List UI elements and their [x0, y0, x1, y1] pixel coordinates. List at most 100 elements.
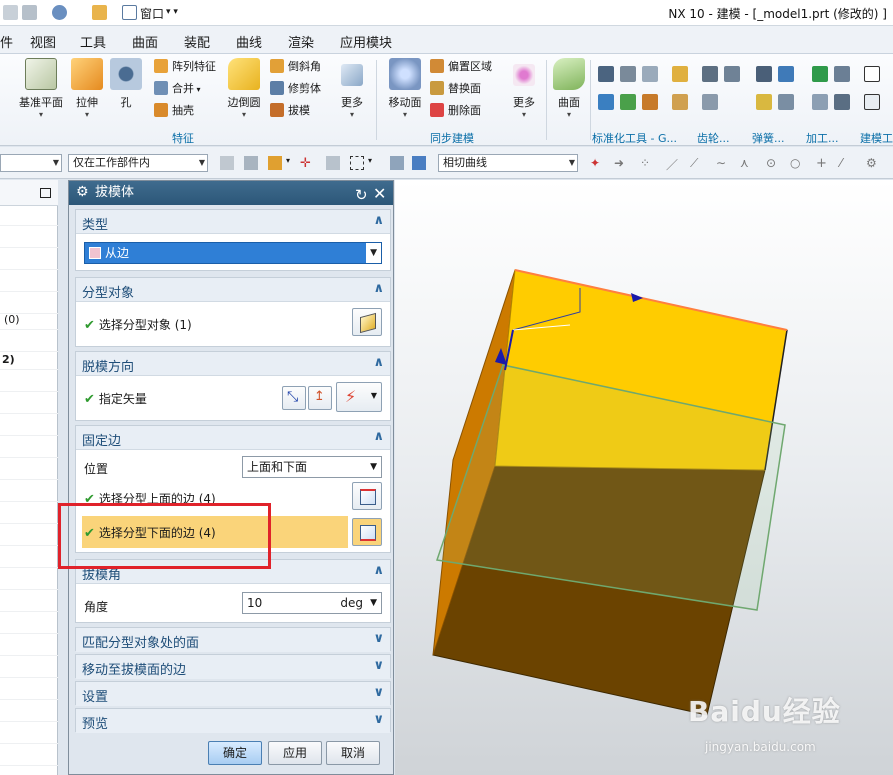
- chevron-up-icon[interactable]: ∧: [373, 213, 384, 228]
- curve-rule-combo[interactable]: 相切曲线 ▼: [438, 154, 578, 172]
- model-view[interactable]: [395, 180, 893, 775]
- navigator-row[interactable]: [0, 438, 58, 458]
- specify-vector-row[interactable]: ✔ 指定矢量: [84, 390, 147, 407]
- machining-tool-icon[interactable]: [812, 94, 828, 110]
- std-tool-icon[interactable]: [672, 66, 688, 82]
- type-select[interactable]: 从边 ▼: [84, 242, 382, 264]
- navigator-row[interactable]: [0, 504, 58, 524]
- select-parting-object-row[interactable]: ✔ 选择分型对象 (1): [84, 316, 192, 333]
- dropdown-arrow-icon[interactable]: ▾: [18, 110, 64, 119]
- gear-icon[interactable]: ⚙: [76, 185, 90, 199]
- menu-assembly[interactable]: 装配: [184, 32, 210, 51]
- slash-icon[interactable]: ⁄: [840, 156, 854, 170]
- select-parting-object-button[interactable]: [352, 308, 382, 336]
- selection-scope-combo[interactable]: 仅在工作部件内 ▼: [68, 154, 208, 172]
- navigator-row[interactable]: [0, 636, 58, 656]
- solid-body-icon[interactable]: [390, 156, 404, 170]
- rectangle-select-icon[interactable]: [350, 156, 364, 170]
- circle-center-icon[interactable]: ⊙: [766, 156, 780, 170]
- menu-file[interactable]: 件: [0, 32, 13, 51]
- type-filter-combo[interactable]: ▼: [0, 154, 62, 172]
- navigator-row[interactable]: [0, 460, 58, 480]
- location-select[interactable]: 上面和下面 ▼: [242, 456, 382, 478]
- machining-tool-icon[interactable]: [834, 66, 850, 82]
- dropdown-arrow-icon[interactable]: ▼: [370, 593, 377, 613]
- navigator-row[interactable]: 2): [0, 350, 58, 370]
- chevron-up-icon[interactable]: ∧: [373, 563, 384, 578]
- graphics-viewport[interactable]: [395, 180, 893, 775]
- dropdown-arrow-icon[interactable]: ▾: [224, 110, 264, 119]
- std-tool-icon[interactable]: [620, 94, 636, 110]
- angle-input[interactable]: 10 deg ▼: [242, 592, 382, 614]
- curve-icon[interactable]: ∼: [716, 156, 730, 170]
- more-features-button[interactable]: 更多 ▾: [334, 58, 370, 119]
- line-icon[interactable]: ／: [666, 156, 680, 172]
- unite-button[interactable]: 合并 ▾: [154, 80, 201, 98]
- navigator-row[interactable]: [0, 526, 58, 546]
- chevron-down-icon[interactable]: ∨: [373, 712, 384, 727]
- arrow-right-icon[interactable]: ➜: [614, 156, 628, 170]
- navigator-row[interactable]: [0, 394, 58, 414]
- navigator-row[interactable]: [0, 614, 58, 634]
- reset-icon[interactable]: ↻: [355, 183, 368, 207]
- select-upper-edges-button[interactable]: [352, 482, 382, 510]
- plus-icon[interactable]: +: [816, 156, 830, 171]
- cancel-button[interactable]: 取消: [326, 741, 380, 765]
- scatter-icon[interactable]: ⁘: [640, 156, 654, 170]
- paste-icon[interactable]: [22, 5, 37, 20]
- navigator-row[interactable]: [0, 724, 58, 744]
- dropdown-arrow-icon[interactable]: ▾: [506, 110, 542, 119]
- navigator-row[interactable]: [0, 250, 58, 270]
- machining-tool-icon[interactable]: [834, 94, 850, 110]
- angle-unit[interactable]: deg: [340, 593, 363, 613]
- modeling-tool-icon[interactable]: [864, 94, 880, 110]
- move-to-draft-edges-section[interactable]: 移动至拔模面的边 ∨: [75, 654, 391, 679]
- window-menu[interactable]: 窗口: [140, 5, 164, 22]
- delete-face-button[interactable]: 删除面: [430, 102, 481, 120]
- match-parting-faces-header[interactable]: 匹配分型对象处的面 ∨: [76, 628, 390, 652]
- navigator-row[interactable]: [0, 570, 58, 590]
- shell-button[interactable]: 抽壳: [154, 102, 194, 120]
- parting-object-header[interactable]: 分型对象 ∧: [76, 278, 390, 302]
- draw-direction-header[interactable]: 脱模方向 ∧: [76, 352, 390, 376]
- spring-tool-icon[interactable]: [756, 94, 772, 110]
- menu-applications[interactable]: 应用模块: [340, 32, 392, 51]
- close-icon[interactable]: ✕: [373, 182, 386, 206]
- type-section-header[interactable]: 类型 ∧: [76, 210, 390, 234]
- navigator-row[interactable]: [0, 372, 58, 392]
- hole-button[interactable]: 孔: [110, 58, 142, 110]
- intersect-icon[interactable]: ✦: [590, 156, 604, 170]
- filter-icon[interactable]: [220, 156, 234, 170]
- chevron-down-icon[interactable]: ∨: [373, 658, 384, 673]
- face-icon[interactable]: [412, 156, 426, 170]
- chevron-down-icon[interactable]: ∨: [373, 631, 384, 646]
- extrude-button[interactable]: 拉伸 ▾: [70, 58, 104, 119]
- dropdown-arrow-icon[interactable]: ▾: [194, 85, 201, 94]
- dropdown-arrow-icon[interactable]: ▾: [368, 156, 382, 170]
- dropdown-arrow-icon[interactable]: ▾: [334, 110, 370, 119]
- view-orient-icon[interactable]: [52, 5, 67, 20]
- apply-button[interactable]: 应用: [268, 741, 322, 765]
- chamfer-button[interactable]: 倒斜角: [270, 58, 321, 76]
- std-tool-icon[interactable]: [598, 94, 614, 110]
- draft-button[interactable]: 拔模: [270, 102, 310, 120]
- dialog-title-bar[interactable]: ⚙ 拔模体 ↻ ✕: [69, 181, 393, 205]
- trim-body-button[interactable]: 修剪体: [270, 80, 321, 98]
- spring-tool-icon[interactable]: [778, 66, 794, 82]
- menu-curve[interactable]: 曲线: [236, 32, 262, 51]
- circle-icon[interactable]: ○: [790, 156, 804, 170]
- dropdown-arrow-icon[interactable]: ▾: [70, 110, 104, 119]
- move-to-draft-edges-header[interactable]: 移动至拔模面的边 ∨: [76, 655, 390, 679]
- reverse-direction-button[interactable]: ⤡: [282, 386, 306, 410]
- chevron-down-icon[interactable]: ∨: [373, 685, 384, 700]
- dropdown-arrow-icon[interactable]: ▾: [286, 156, 300, 170]
- lasso-icon[interactable]: [326, 156, 340, 170]
- dropdown-arrow-icon[interactable]: ▾: [552, 110, 586, 119]
- dropdown-arrow-icon[interactable]: ▾: [386, 110, 424, 119]
- snap-icon[interactable]: [244, 156, 258, 170]
- crosshair-icon[interactable]: ✛: [300, 156, 314, 171]
- navigator-row[interactable]: [0, 746, 58, 766]
- navigator-row[interactable]: [0, 680, 58, 700]
- window-icon[interactable]: [122, 5, 137, 20]
- settings-section[interactable]: 设置 ∨: [75, 681, 391, 706]
